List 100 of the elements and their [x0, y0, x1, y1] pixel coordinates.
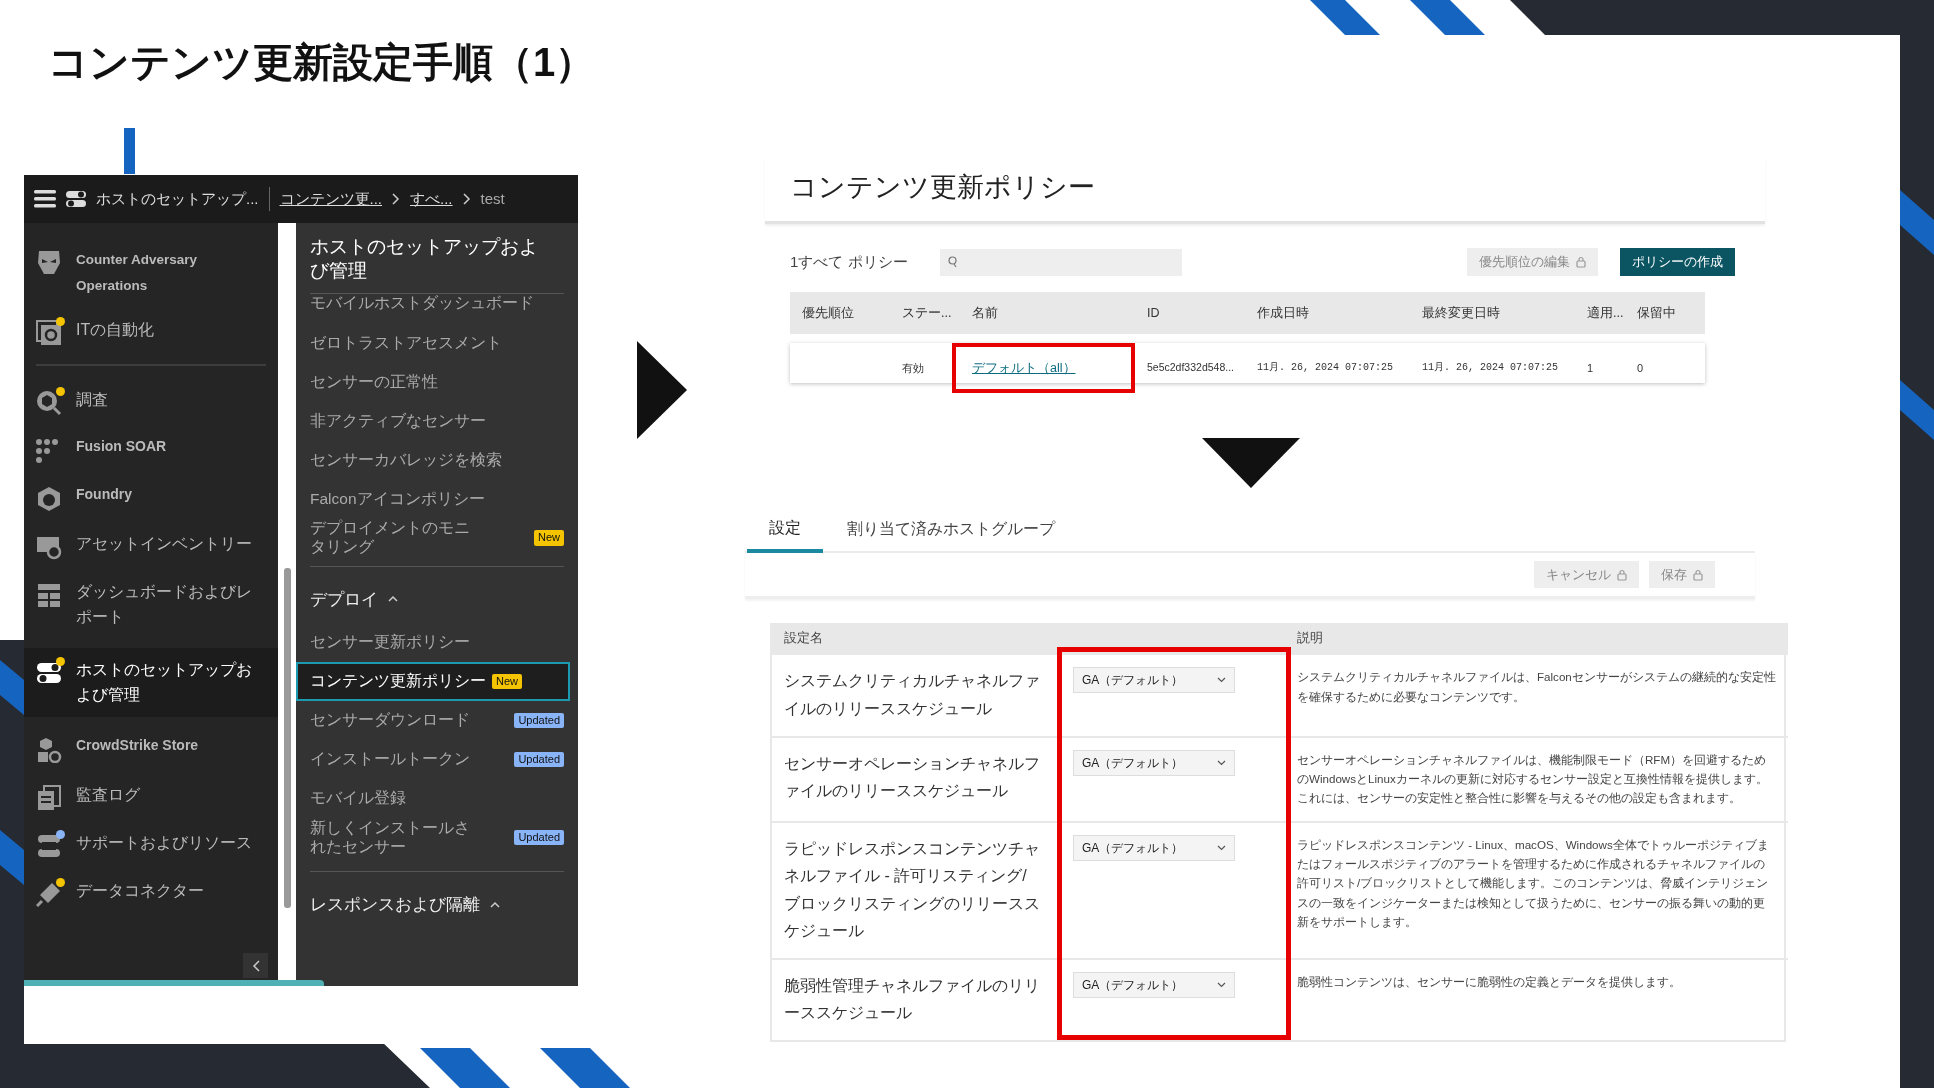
dropdown[interactable]: GA（デフォルト）	[1073, 749, 1235, 776]
grid-icon	[36, 582, 62, 609]
arrow-down-icon	[1202, 437, 1300, 488]
submenu-item[interactable]: Falconアイコンポリシー	[296, 479, 570, 519]
badge: Updated	[514, 830, 564, 846]
table-cell-text: 5e5c2df332d548...	[1146, 360, 1235, 375]
table-cell-text: 0	[1636, 360, 1645, 376]
submenu-item[interactable]: モバイル登録	[296, 779, 570, 819]
nav-item[interactable]: CrowdStrike Store	[24, 725, 278, 774]
toggles-icon	[66, 191, 86, 207]
documents-icon	[36, 785, 62, 812]
scrollbar-thumb[interactable]	[283, 568, 291, 908]
nav-item[interactable]: アセットインベントリー	[24, 522, 278, 571]
nav-item[interactable]: Fusion SOAR	[24, 426, 278, 475]
submenu-item[interactable]: コンテンツ更新ポリシー New	[296, 662, 570, 702]
chevron-down-icon	[1217, 677, 1226, 684]
column-header: 説明	[1285, 623, 1788, 654]
setting-name: システムクリティカルチャネルファイルのリリーススケジュール	[772, 653, 1057, 736]
submenu-item[interactable]: モバイルホストダッシュボード	[296, 293, 570, 324]
breadcrumb-link[interactable]: コンテンツ更...	[279, 187, 383, 211]
setting-name: 脆弱性管理チャネルファイルのリリーススケジュール	[772, 957, 1057, 1041]
badge: Updated	[514, 752, 564, 768]
table-cell-text: 11月. 26, 2024 07:07:25	[1256, 361, 1395, 376]
setting-name: ラピッドレスポンスコンテンツチャネルファイル - 許可リスティング/ブロックリスティングのリリーススケジュール	[772, 821, 1057, 958]
section-header[interactable]: レスポンスおよび隔離	[296, 872, 570, 929]
breadcrumb-text: ホストのセットアップ...	[96, 188, 259, 209]
policy-link[interactable]: デフォルト（all）	[972, 358, 1076, 378]
submenu-item[interactable]: インストールトークン Updated	[296, 740, 570, 780]
menu-icon	[34, 190, 56, 208]
dropdown[interactable]: GA（デフォルト）	[1073, 835, 1235, 862]
submenu-title: ホストのセットアップおよび管理	[309, 235, 539, 283]
nav-item[interactable]: ダッシュボードおよびレポート	[24, 570, 278, 640]
chevron-left-icon	[251, 959, 260, 972]
badge: New	[534, 530, 564, 546]
submenu-item[interactable]: デプロイメントのモニタリング New	[296, 518, 570, 558]
column-header: 名前	[971, 304, 999, 322]
lock-icon	[1576, 256, 1586, 269]
nav-item[interactable]: ホストのセットアップおよび管理	[24, 647, 278, 718]
column-header: 優先順位	[801, 304, 855, 322]
lock-icon	[1693, 568, 1703, 581]
column-header: 設定名	[772, 623, 1285, 654]
dropdown[interactable]: GA（デフォルト）	[1073, 971, 1235, 998]
breadcrumb-text: test	[480, 188, 505, 209]
nav-item[interactable]: Foundry	[24, 474, 278, 523]
chevron-up-icon	[490, 901, 500, 909]
submenu-item[interactable]: 非アクティブなセンサー	[296, 401, 570, 441]
table-cell-text: 1	[1586, 360, 1595, 376]
column-header: 適用...	[1586, 304, 1625, 322]
chevron-right-icon	[392, 193, 401, 205]
arrow-right-icon	[636, 341, 687, 439]
chevron-up-icon	[388, 595, 398, 603]
submenu-item[interactable]: 新しくインストールされたセンサー Updated	[296, 818, 570, 858]
badge: New	[492, 674, 522, 690]
chevron-down-icon	[1217, 759, 1226, 766]
stripe	[1310, 0, 1380, 35]
dropdown[interactable]: GA（デフォルト）	[1073, 667, 1235, 694]
badge: Updated	[514, 713, 564, 729]
mask-icon	[36, 249, 62, 276]
stripe	[1900, 380, 1934, 440]
nav-item[interactable]: Counter Adversary Operations	[24, 237, 278, 309]
column-header: 最終変更日時	[1421, 304, 1501, 322]
column-header: 保留中	[1636, 304, 1677, 322]
page-heading: コンテンツ更新ポリシー	[789, 171, 1095, 204]
lock-icon	[1617, 568, 1627, 581]
stripe	[1900, 190, 1934, 255]
column-header: ステー...	[901, 304, 953, 322]
nav-item[interactable]: ITの自動化	[24, 308, 278, 357]
submenu-item[interactable]: センサーカバレッジを検索	[296, 440, 570, 480]
submenu-item[interactable]: センサーの正常性	[296, 362, 570, 402]
column-header: 作成日時	[1256, 304, 1310, 322]
policy-count: 1すべて ポリシー	[790, 251, 908, 272]
stack-icon	[36, 833, 62, 860]
nav-item[interactable]: 監査ログ	[24, 773, 278, 822]
accent-bar	[124, 128, 135, 174]
section-header[interactable]: デプロイ	[296, 566, 570, 624]
nav-item[interactable]: データコネクター	[24, 869, 278, 918]
slide-title: コンテンツ更新設定手順（1）	[47, 39, 596, 86]
tab[interactable]: 設定	[747, 507, 823, 553]
search-icon	[947, 256, 958, 269]
shapes-icon	[36, 737, 62, 764]
chevron-down-icon	[1217, 845, 1226, 852]
breadcrumb-link[interactable]: すべ...	[410, 187, 453, 211]
nav-item[interactable]: サポートおよびリソース	[24, 821, 278, 870]
magnifier-icon	[36, 390, 62, 417]
nav-item[interactable]: 調査	[24, 378, 278, 427]
tab[interactable]: 割り当て済みホストグループ	[825, 507, 1077, 551]
table-cell-text: 有効	[901, 360, 925, 376]
chevron-down-icon	[1217, 981, 1226, 988]
search-field[interactable]	[939, 248, 1182, 276]
setting-name: センサーオペレーションチャネルファイルのリリーススケジュール	[772, 735, 1057, 822]
table-cell-text: 11月. 26, 2024 07:07:25	[1421, 361, 1560, 376]
submenu-item[interactable]: センサーダウンロード Updated	[296, 701, 570, 741]
policy-button[interactable]: ポリシーの作成	[1620, 248, 1735, 276]
hexagon-icon	[36, 486, 62, 513]
collapse-button[interactable]	[243, 953, 268, 978]
submenu-item[interactable]: ゼロトラストアセスメント	[296, 323, 570, 363]
chevron-right-icon	[462, 193, 471, 205]
monitor-icon	[36, 534, 62, 561]
submenu-item[interactable]: センサー更新ポリシー	[296, 623, 570, 663]
gear-icon	[36, 320, 62, 347]
